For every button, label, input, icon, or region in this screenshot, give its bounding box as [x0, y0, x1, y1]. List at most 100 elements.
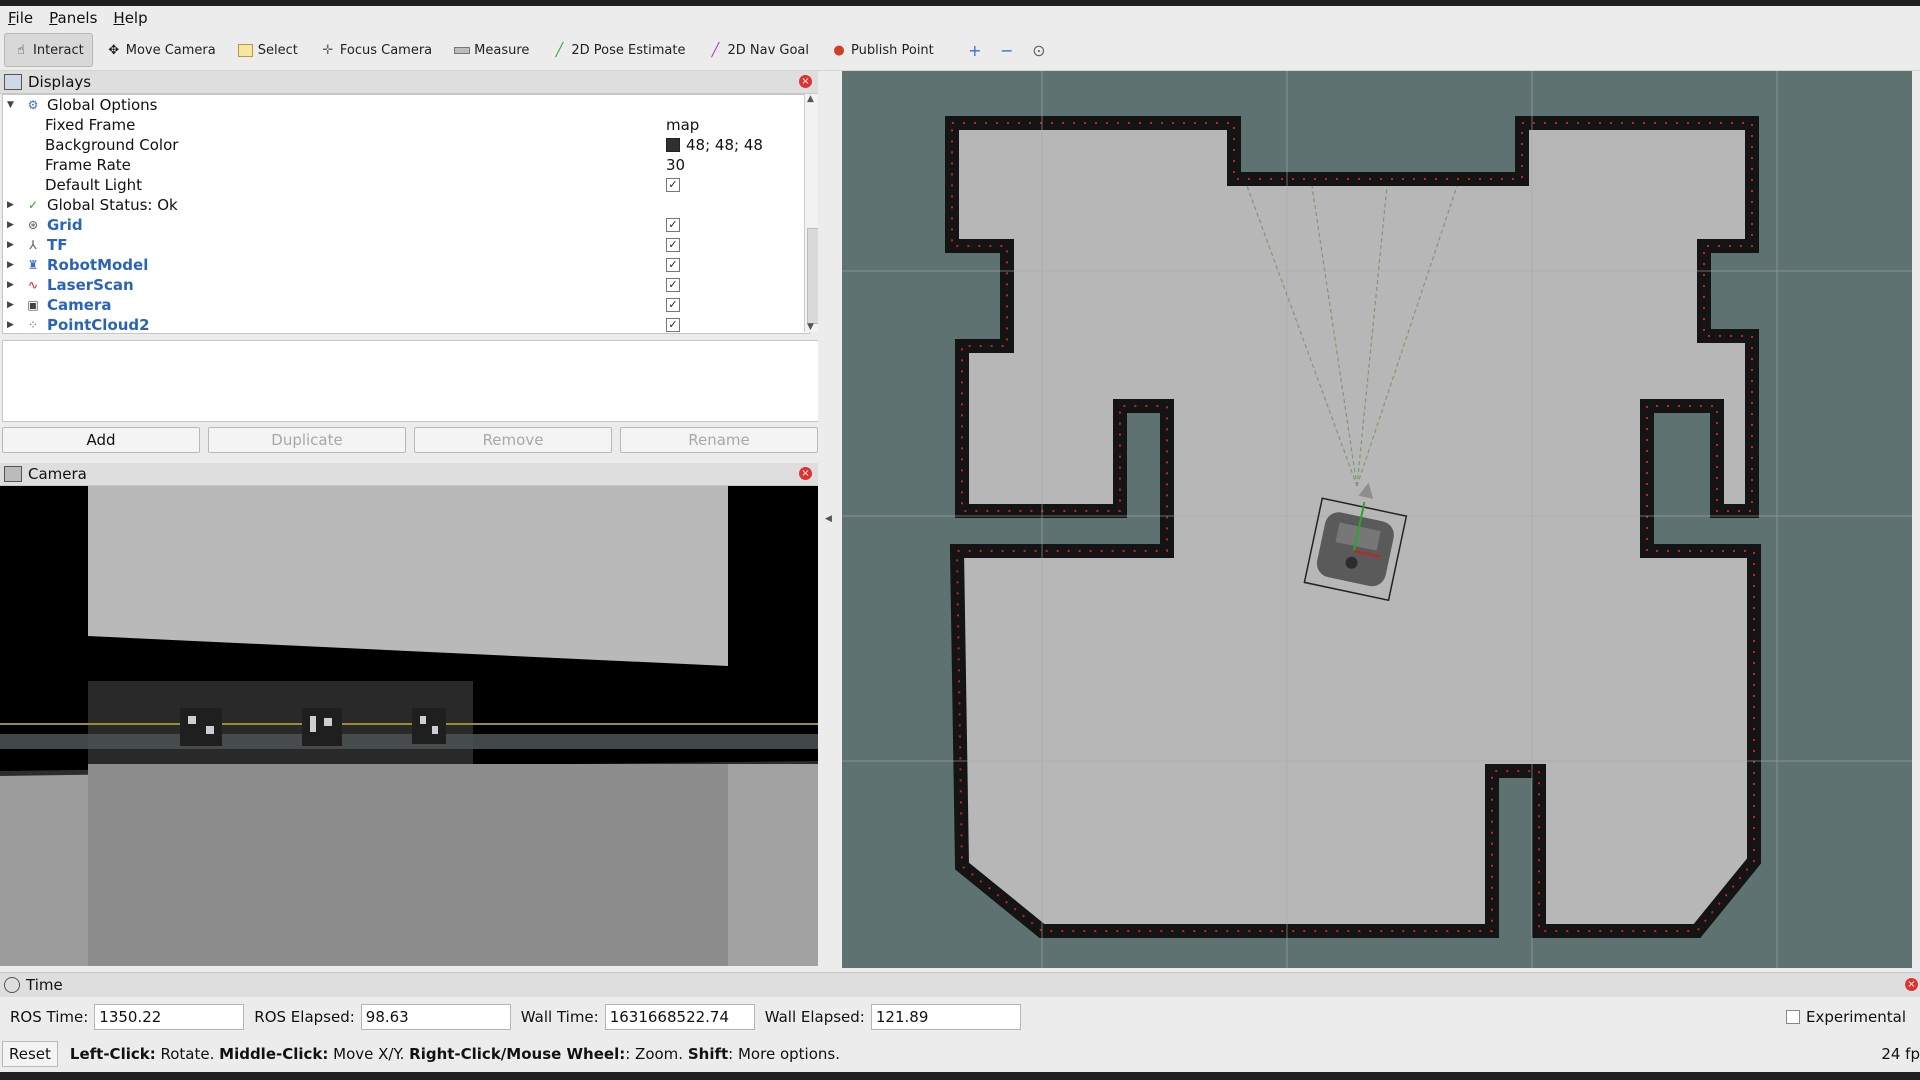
property-label: Frame Rate [45, 156, 131, 174]
3d-render-view[interactable] [842, 71, 1912, 968]
status-bar: Reset Left-Click: Rotate. Middle-Click: … [0, 1038, 1920, 1070]
checkbox-check-icon: ✓ [666, 298, 680, 312]
menu-file-label: ile [15, 9, 34, 27]
tree-row-tf[interactable]: ▶ ⅄ TF ✓ [3, 235, 793, 255]
camera-image-view[interactable] [0, 486, 818, 966]
menu-panels-label: anels [57, 9, 98, 27]
property-label: Background Color [45, 136, 179, 154]
duplicate-button[interactable]: Duplicate [208, 427, 406, 453]
fps-counter: 24 fp [1881, 1045, 1920, 1063]
move-camera-icon: ✥ [108, 42, 120, 58]
tree-row-background-color[interactable]: Background Color 48; 48; 48 [3, 135, 793, 155]
tree-label: Global Status: Ok [47, 196, 178, 214]
tool-2d-nav-goal[interactable]: ╱ 2D Nav Goal [698, 33, 818, 67]
wall-elapsed-field[interactable]: 121.89 [870, 1004, 1021, 1030]
scroll-up-icon[interactable]: ▲ [807, 94, 814, 104]
panel-splitter[interactable]: ◀ [818, 71, 842, 968]
menu-panels[interactable]: Panels [41, 9, 105, 27]
frame-rate-value[interactable]: 30 [666, 156, 685, 174]
background-color-text: 48; 48; 48 [686, 136, 763, 154]
experimental-label: Experimental [1805, 1008, 1906, 1026]
expand-arrow-icon[interactable]: ▶ [7, 260, 14, 270]
tree-row-laser-scan[interactable]: ▶ ∿ LaserScan ✓ [3, 275, 793, 295]
display-enabled-checkbox[interactable]: ✓ [666, 298, 680, 312]
toolbar: ☝ Interact ✥ Move Camera Select ✛ Focus Cam… [0, 30, 1920, 71]
tree-row-global-status[interactable]: ▶ ✓ Global Status: Ok [3, 195, 793, 215]
help-left-click: Left-Click: [69, 1045, 156, 1063]
tree-label: Grid [47, 216, 83, 234]
property-label: Fixed Frame [45, 116, 136, 134]
background-color-value[interactable]: 48; 48; 48 [666, 136, 763, 154]
tree-row-default-light[interactable]: Default Light ✓ [3, 175, 793, 195]
wall-time-field[interactable]: 1631668522.74 [604, 1004, 755, 1030]
display-enabled-checkbox[interactable]: ✓ [666, 218, 680, 232]
grid-icon: ⊛ [27, 218, 39, 232]
menu-bar: File Panels Help [0, 6, 1920, 30]
time-fields: ROS Time: 1350.22 ROS Elapsed: 98.63 Wal… [0, 1000, 1920, 1034]
tool-label: 2D Nav Goal [727, 42, 810, 58]
tool-2d-pose-estimate[interactable]: ╱ 2D Pose Estimate [542, 33, 694, 67]
remove-button[interactable]: Remove [414, 427, 612, 453]
displays-scrollbar[interactable]: ▲ ▼ [804, 94, 819, 332]
wall-elapsed-label: Wall Elapsed: [764, 1008, 865, 1026]
display-enabled-checkbox[interactable]: ✓ [666, 278, 680, 292]
tool-measure[interactable]: Measure [445, 33, 538, 67]
add-button[interactable]: Add [2, 427, 200, 453]
tool-properties-icon[interactable]: ⊙ [1025, 36, 1053, 64]
display-enabled-checkbox[interactable]: ✓ [666, 258, 680, 272]
tool-label: Select [257, 42, 298, 58]
expand-arrow-icon[interactable]: ▶ [7, 240, 14, 250]
checkbox-check-icon: ✓ [666, 318, 680, 332]
pin-icon: ● [833, 42, 845, 58]
add-tool-icon[interactable]: + [961, 36, 989, 64]
remove-tool-icon[interactable]: − [993, 36, 1021, 64]
help-right-click-desc: : Zoom. [625, 1045, 688, 1063]
menu-file[interactable]: File [0, 9, 41, 27]
tree-row-fixed-frame[interactable]: Fixed Frame map [3, 115, 793, 135]
experimental-toggle[interactable]: Experimental [1785, 1008, 1906, 1026]
expand-arrow-icon[interactable]: ▼ [7, 100, 14, 110]
close-icon[interactable]: × [799, 75, 812, 88]
property-label: Default Light [45, 176, 143, 194]
fixed-frame-value[interactable]: map [666, 116, 699, 134]
reset-button[interactable]: Reset [2, 1041, 58, 1067]
tool-focus-camera[interactable]: ✛ Focus Camera [311, 33, 441, 67]
expand-arrow-icon[interactable]: ▶ [7, 280, 14, 290]
close-icon[interactable]: × [1905, 978, 1918, 991]
rename-button[interactable]: Rename [620, 427, 818, 453]
tree-row-grid[interactable]: ▶ ⊛ Grid ✓ [3, 215, 793, 235]
help-left-click-desc: Rotate. [155, 1045, 220, 1063]
ros-elapsed-label: ROS Elapsed: [254, 1008, 355, 1026]
ros-elapsed-field[interactable]: 98.63 [360, 1004, 511, 1030]
help-middle-click: Middle-Click: [219, 1045, 329, 1063]
expand-arrow-icon[interactable]: ▶ [7, 200, 14, 210]
select-icon [238, 42, 254, 58]
menu-file-mnemonic: F [8, 9, 16, 27]
display-enabled-checkbox[interactable]: ✓ [666, 238, 680, 252]
menu-help[interactable]: Help [105, 9, 155, 27]
tree-row-frame-rate[interactable]: Frame Rate 30 [3, 155, 793, 175]
tool-label: Move Camera [125, 42, 216, 58]
tree-row-point-cloud2[interactable]: ▶ ⁘ PointCloud2 ✓ [3, 315, 793, 334]
default-light-checkbox[interactable]: ✓ [666, 178, 680, 192]
tree-row-camera[interactable]: ▶ ▣ Camera ✓ [3, 295, 793, 315]
tool-select[interactable]: Select [229, 33, 307, 67]
expand-arrow-icon[interactable]: ▶ [7, 320, 14, 330]
tree-label: PointCloud2 [47, 316, 150, 334]
expand-arrow-icon[interactable]: ▶ [7, 300, 14, 310]
scroll-down-icon[interactable]: ▼ [807, 322, 814, 332]
display-enabled-checkbox[interactable]: ✓ [666, 318, 680, 332]
tool-move-camera[interactable]: ✥ Move Camera [97, 33, 225, 67]
checkbox-check-icon: ✓ [666, 178, 680, 192]
tree-row-global-options[interactable]: ▼ ⚙ Global Options [3, 95, 793, 115]
tool-publish-point[interactable]: ● Publish Point [822, 33, 943, 67]
experimental-checkbox[interactable] [1785, 1010, 1800, 1024]
focus-camera-icon: ✛ [322, 42, 334, 58]
tree-row-robot-model[interactable]: ▶ ♜ RobotModel ✓ [3, 255, 793, 275]
hand-icon: ☝ [17, 42, 25, 58]
robot-model-icon: ♜ [27, 258, 39, 272]
close-icon[interactable]: × [799, 467, 812, 480]
ros-time-field[interactable]: 1350.22 [94, 1004, 245, 1030]
tool-interact[interactable]: ☝ Interact [4, 33, 93, 67]
expand-arrow-icon[interactable]: ▶ [7, 220, 14, 230]
